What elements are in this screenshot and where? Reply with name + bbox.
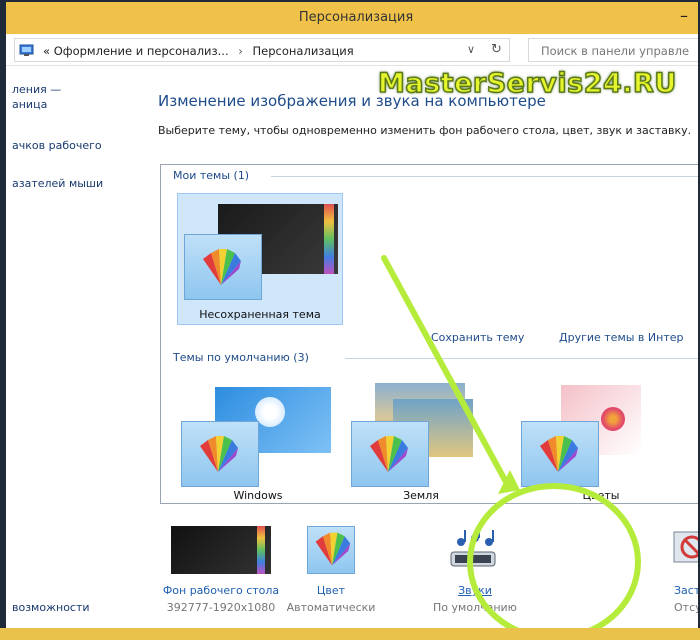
breadcrumb-separator: ›: [238, 44, 243, 58]
search-input[interactable]: Поиск в панели управле: [528, 38, 700, 62]
more-themes-link[interactable]: Другие темы в Интер: [559, 331, 684, 344]
search-placeholder: Поиск в панели управле: [541, 44, 690, 58]
color-thumbnail: [184, 234, 262, 300]
main-content: Изменение изображения и звука на компьют…: [146, 66, 700, 640]
breadcrumb-appearance[interactable]: Оформление и персонализ...: [54, 44, 229, 58]
taskbar-strip: [0, 628, 700, 640]
divider: [271, 176, 700, 177]
save-theme-link[interactable]: Сохранить тему: [431, 331, 524, 344]
address-bar: « Оформление и персонализ... › Персонали…: [6, 34, 700, 66]
sounds-icon: [450, 526, 496, 567]
window-edge: [0, 0, 6, 640]
control-panel-window: Персонализация – « Оформление и персонал…: [0, 0, 700, 640]
color-wheel-icon: [200, 436, 238, 472]
color-value: Автоматически: [286, 601, 376, 614]
color-thumbnail: [351, 421, 429, 487]
color-setting[interactable]: Цвет Автоматически: [256, 526, 406, 614]
breadcrumb-personalization[interactable]: Персонализация: [253, 44, 354, 58]
page-description: Выберите тему, чтобы одновременно измени…: [158, 124, 692, 137]
address-field[interactable]: « Оформление и персонализ... › Персонали…: [14, 38, 510, 62]
sounds-value: По умолчанию: [433, 601, 517, 614]
sounds-label[interactable]: Звуки: [400, 584, 550, 597]
title-bar: Персонализация –: [6, 0, 700, 34]
theme-windows-label: Windows: [233, 489, 283, 502]
color-thumbnail: [521, 421, 599, 487]
theme-label: Несохраненная тема: [199, 308, 321, 321]
divider: [345, 358, 700, 359]
sidebar-item-home[interactable]: ления —: [12, 82, 61, 97]
minimize-button[interactable]: –: [674, 6, 694, 25]
color-wheel-icon: [315, 532, 351, 566]
color-thumbnail: [181, 421, 259, 487]
color-icon: [307, 526, 355, 574]
color-label[interactable]: Цвет: [256, 584, 406, 597]
color-wheel-icon: [540, 436, 578, 472]
screensaver-icon: [673, 531, 700, 563]
chevron-down-icon[interactable]: ∨: [467, 43, 475, 56]
breadcrumb: « Оформление и персонализ... › Персонали…: [43, 44, 354, 58]
theme-earth-label: Земля: [403, 489, 439, 502]
watermark: MasterServis24.RU: [377, 67, 677, 100]
window-title: Персонализация: [298, 10, 414, 25]
refresh-icon[interactable]: ↻: [491, 42, 502, 57]
screensaver-setting[interactable]: Заст Отсут: [632, 526, 700, 614]
sounds-setting[interactable]: Звуки По умолчанию: [400, 526, 550, 614]
screensaver-value: Отсут: [674, 601, 700, 614]
sidebar: ления — аница ачков рабочего азателей мы…: [6, 66, 146, 640]
default-themes-header: Темы по умолчанию (3): [173, 351, 309, 364]
sidebar-item-home-cont[interactable]: аница: [12, 97, 47, 112]
my-themes-header: Мои темы (1): [173, 169, 250, 182]
control-panel-icon: [19, 44, 34, 56]
breadcrumb-back[interactable]: «: [43, 44, 50, 58]
sidebar-item-mouse-pointers[interactable]: азателей мыши: [12, 176, 103, 191]
color-wheel-icon: [203, 249, 241, 285]
theme-unsaved[interactable]: Несохраненная тема: [177, 193, 343, 325]
themes-list: Мои темы (1) Несохраненная тема Сохранит…: [160, 164, 700, 504]
screensaver-label[interactable]: Заст: [632, 584, 700, 597]
theme-flowers-label: Цветы: [582, 489, 620, 502]
sidebar-item-accessibility[interactable]: возможности: [12, 600, 90, 615]
color-wheel-icon: [370, 436, 408, 472]
sidebar-item-desktop-icons[interactable]: ачков рабочего: [12, 138, 102, 153]
